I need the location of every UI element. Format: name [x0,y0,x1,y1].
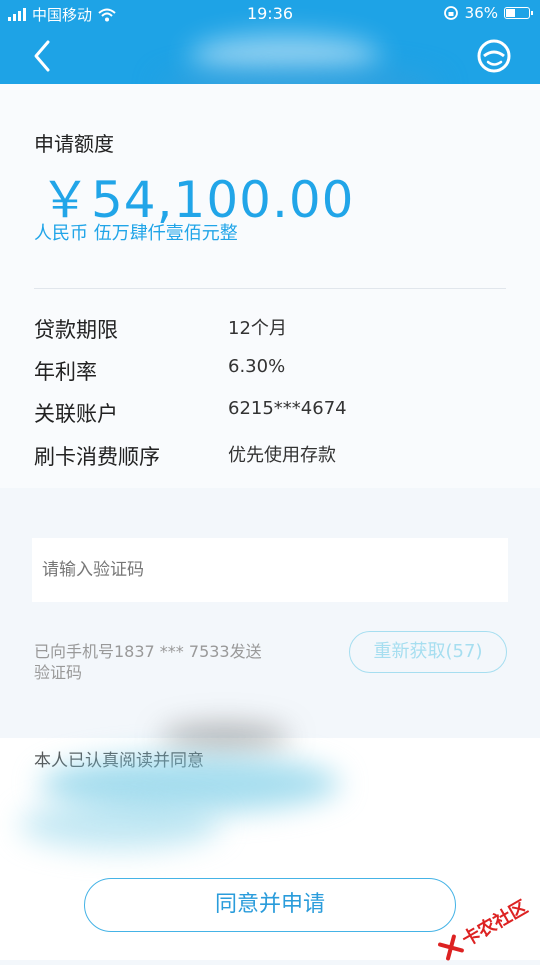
detail-value: 优先使用存款 [228,445,336,466]
detail-value: 6.30% [228,356,286,377]
detail-value: 12个月 [228,318,287,339]
agree-and-apply-button[interactable]: 同意并申请 [84,878,456,932]
verification-code-input[interactable] [32,538,508,602]
redaction-smudge [160,724,290,750]
chevron-left-icon[interactable] [26,36,66,76]
detail-label: 关联账户 [34,402,118,426]
detail-value: 6215***4674 [228,398,347,419]
detail-label: 贷款期限 [34,318,118,342]
sms-notice: 已向手机号1837 *** 7533发送验证码 [34,642,262,682]
resend-code-button[interactable]: 重新获取(57) [349,631,507,673]
battery-level-fill [506,9,515,17]
battery-icon [504,7,533,19]
amount-in-words: 人民币 伍万肆仟壹佰元整 [34,223,238,244]
status-right: 36% [443,4,533,22]
orientation-lock-icon [443,6,458,20]
status-bar: 中国移动 19:36 36% [0,0,540,28]
detail-label: 刷卡消费顺序 [34,445,160,469]
redaction-smudge [20,800,220,850]
battery-percent: 36% [464,4,498,22]
divider [34,288,506,289]
amount-label: 申请额度 [34,132,114,156]
customer-service-icon[interactable] [476,38,512,74]
detail-label: 年利率 [34,360,97,384]
